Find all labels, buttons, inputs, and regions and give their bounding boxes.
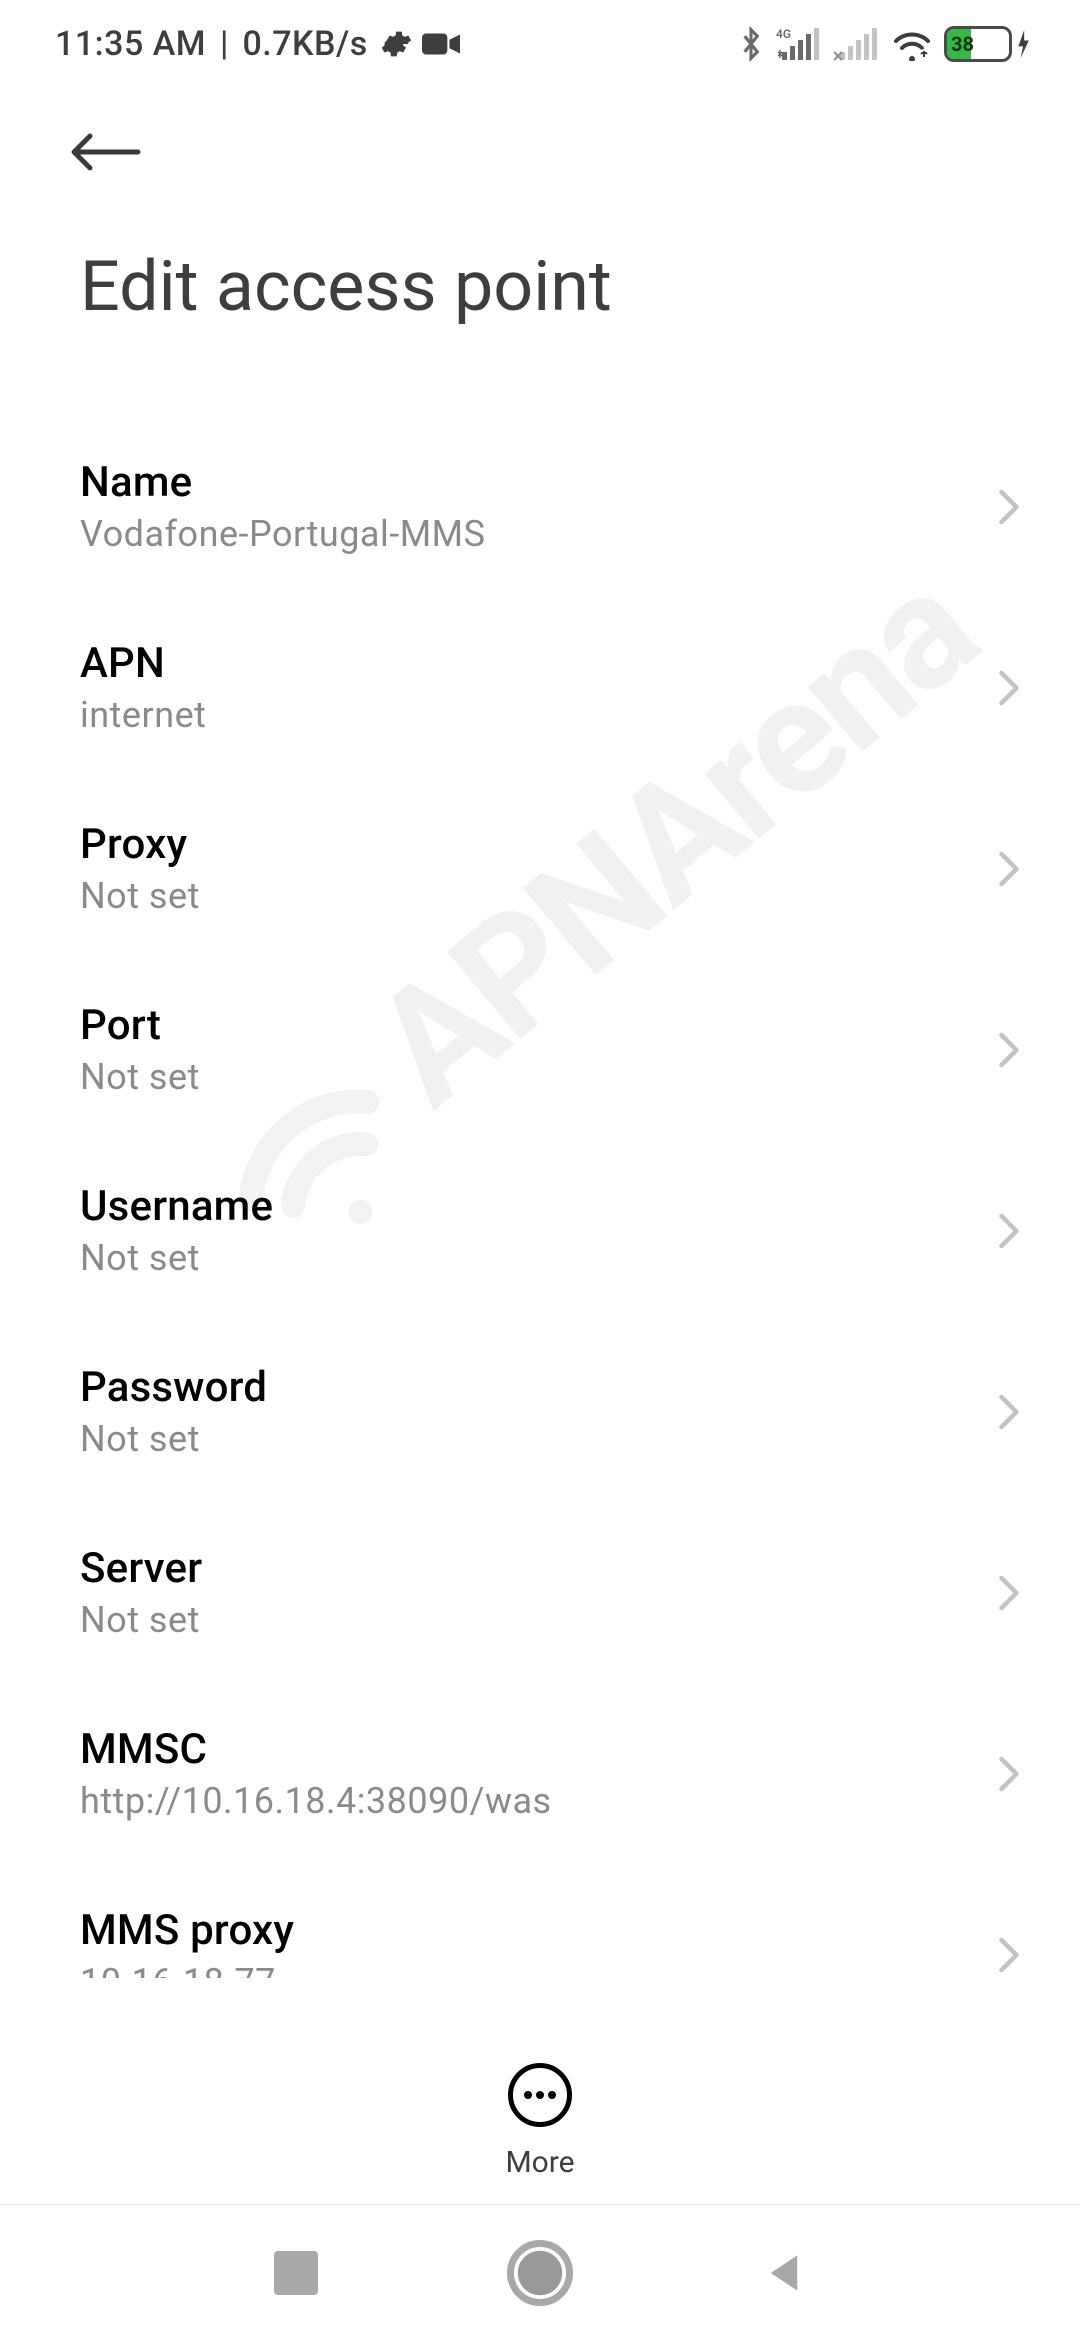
status-data-rate: 0.7KB/s [242, 24, 367, 64]
charging-bolt-icon [1016, 29, 1030, 59]
nav-home-button[interactable] [507, 2240, 573, 2306]
setting-value: http://10.16.18.4:38090/was [80, 1780, 998, 1822]
more-button[interactable]: More [505, 2063, 574, 2180]
chevron-right-icon [998, 1756, 1030, 1792]
status-divider: | [220, 24, 228, 64]
battery-indicator: 38 [944, 26, 1030, 62]
video-icon [422, 30, 460, 58]
setting-value: 10.16.18.77 [80, 1961, 998, 1978]
setting-value: Not set [80, 1418, 998, 1460]
chevron-right-icon [998, 1213, 1030, 1249]
setting-label: Server [80, 1544, 998, 1593]
settings-list: Name Vodafone-Portugal-MMS APN internet … [0, 418, 1080, 1978]
setting-password[interactable]: Password Not set [80, 1323, 1030, 1504]
setting-server[interactable]: Server Not set [80, 1504, 1030, 1685]
status-bar: 11:35 AM | 0.7KB/s 4G [0, 0, 1080, 88]
chevron-right-icon [998, 1575, 1030, 1611]
setting-value: Not set [80, 875, 998, 917]
svg-text:4G: 4G [776, 27, 791, 41]
chevron-right-icon [998, 1032, 1030, 1068]
wifi-status-icon [892, 27, 932, 61]
page-title: Edit access point [80, 246, 1080, 328]
status-time: 11:35 AM [55, 24, 206, 64]
setting-value: Not set [80, 1599, 998, 1641]
setting-label: MMS proxy [80, 1906, 998, 1955]
chevron-right-icon [998, 1394, 1030, 1430]
gear-icon [378, 27, 412, 61]
setting-value: Vodafone-Portugal-MMS [80, 513, 998, 555]
setting-apn[interactable]: APN internet [80, 599, 1030, 780]
setting-proxy[interactable]: Proxy Not set [80, 780, 1030, 961]
setting-label: Password [80, 1363, 998, 1412]
setting-label: Proxy [80, 820, 998, 869]
nav-back-button[interactable] [762, 2251, 806, 2295]
setting-label: Port [80, 1001, 998, 1050]
signal-no-sim-icon [834, 26, 880, 62]
nav-bar [0, 2205, 1080, 2340]
chevron-right-icon [998, 851, 1030, 887]
setting-label: MMSC [80, 1725, 998, 1774]
chevron-right-icon [998, 489, 1030, 525]
setting-mms-proxy[interactable]: MMS proxy 10.16.18.77 [80, 1866, 1030, 1978]
back-button[interactable] [70, 128, 1080, 176]
setting-label: APN [80, 639, 998, 688]
setting-port[interactable]: Port Not set [80, 961, 1030, 1142]
setting-value: Not set [80, 1056, 998, 1098]
signal-4g-icon: 4G [776, 26, 822, 62]
setting-username[interactable]: Username Not set [80, 1142, 1030, 1323]
battery-text: 38 [951, 32, 974, 56]
nav-recents-button[interactable] [274, 2251, 318, 2295]
setting-name[interactable]: Name Vodafone-Portugal-MMS [80, 418, 1030, 599]
setting-value: Not set [80, 1237, 998, 1279]
setting-label: Username [80, 1182, 998, 1231]
setting-value: internet [80, 694, 998, 736]
bluetooth-icon [738, 25, 764, 63]
chevron-right-icon [998, 1937, 1030, 1973]
more-icon [508, 2063, 572, 2127]
more-label: More [505, 2145, 574, 2180]
setting-mmsc[interactable]: MMSC http://10.16.18.4:38090/was [80, 1685, 1030, 1866]
setting-label: Name [80, 458, 998, 507]
chevron-right-icon [998, 670, 1030, 706]
